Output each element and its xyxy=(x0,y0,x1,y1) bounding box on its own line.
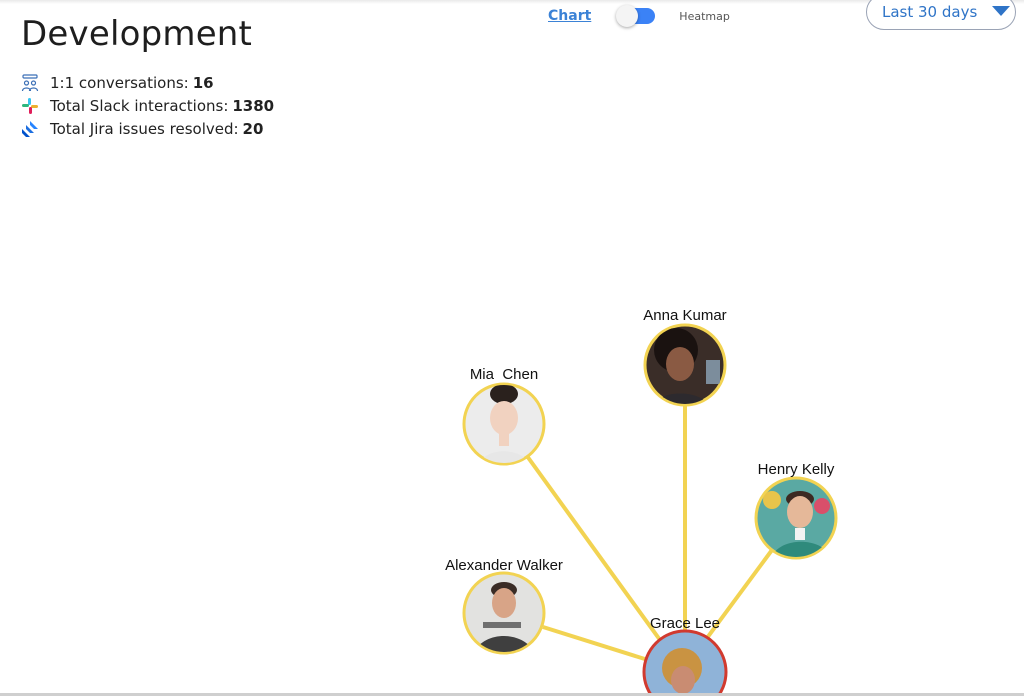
node-label: Mia Chen xyxy=(470,366,538,383)
node-label: Henry Kelly xyxy=(758,461,835,478)
node-grace-lee[interactable]: Grace Lee xyxy=(642,615,728,696)
edge-alex xyxy=(542,625,649,662)
node-label: Alexander Walker xyxy=(445,557,563,574)
network-graph: Mia Chen Anna Kumar Henry Kelly Alexande… xyxy=(445,307,838,696)
node-mia-chen[interactable]: Mia Chen xyxy=(462,366,546,470)
edge-mia xyxy=(525,454,662,642)
node-alexander-walker[interactable]: Alexander Walker xyxy=(445,557,563,660)
page: Development 1:1 conversations: 16 Total … xyxy=(0,0,1024,696)
node-anna-kumar[interactable]: Anna Kumar xyxy=(643,307,727,410)
node-label: Anna Kumar xyxy=(643,307,726,324)
node-henry-kelly[interactable]: Henry Kelly xyxy=(754,461,838,562)
node-label: Grace Lee xyxy=(650,615,720,632)
